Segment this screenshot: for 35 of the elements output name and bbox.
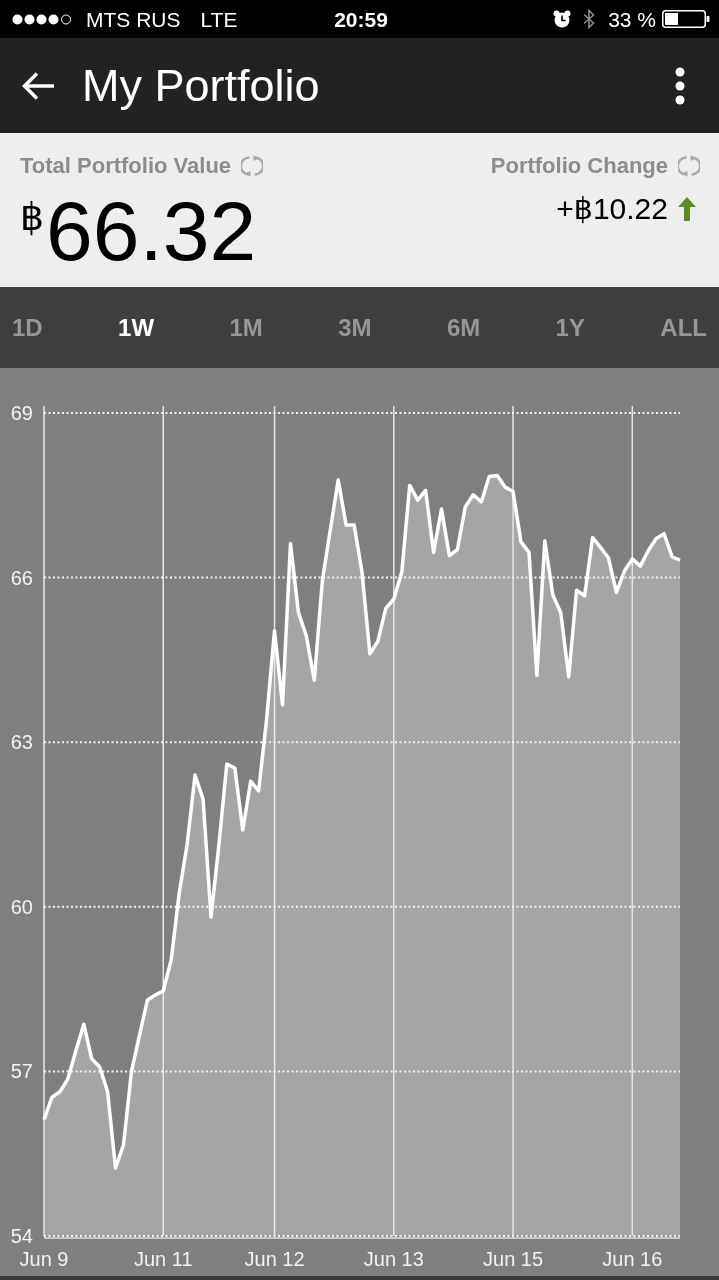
total-value-label: Total Portfolio Value xyxy=(20,153,232,179)
screen-title: My Portfolio xyxy=(82,59,321,112)
range-tab[interactable]: 1W xyxy=(118,307,155,348)
y-axis-label: 60 xyxy=(10,895,33,918)
battery-icon xyxy=(662,10,710,28)
status-time: 20:59 xyxy=(334,8,388,30)
total-value: $^{฿}$66.32 xyxy=(20,189,258,273)
range-tab[interactable]: 1D xyxy=(12,307,43,348)
x-axis-label: Jun 9 xyxy=(19,1248,69,1270)
alarm-clock-icon xyxy=(553,10,572,28)
carrier-name: MTS RUS xyxy=(86,8,181,30)
x-axis-label: Jun 13 xyxy=(363,1248,424,1270)
range-tab[interactable]: 1M xyxy=(229,307,263,348)
y-axis-label: 57 xyxy=(10,1060,33,1083)
y-axis-label: 63 xyxy=(10,731,33,754)
range-tab[interactable]: 1Y xyxy=(555,307,585,348)
battery-percent: 33 % xyxy=(608,8,656,30)
range-tab[interactable]: 3M xyxy=(338,307,372,348)
x-axis-label: Jun 12 xyxy=(244,1248,305,1270)
change-value: +฿10.22 xyxy=(556,191,668,226)
y-axis-label: 69 xyxy=(10,402,33,424)
x-axis-label: Jun 15 xyxy=(483,1248,544,1270)
more-options-icon xyxy=(675,66,685,105)
x-axis-label: Jun 11 xyxy=(133,1248,193,1270)
signal-icon xyxy=(12,13,72,25)
range-tab[interactable]: ALL xyxy=(660,307,707,348)
bluetooth-icon xyxy=(583,9,596,29)
back-arrow-icon xyxy=(22,70,56,101)
y-axis-label: 66 xyxy=(10,566,33,589)
x-axis-label: Jun 16 xyxy=(602,1248,663,1270)
change-label: Portfolio Change xyxy=(490,153,668,179)
range-tab[interactable]: 6M xyxy=(446,307,481,348)
network-type: LTE xyxy=(200,8,238,30)
arrow-up-icon xyxy=(678,196,696,221)
y-axis-label: 54 xyxy=(10,1225,33,1247)
